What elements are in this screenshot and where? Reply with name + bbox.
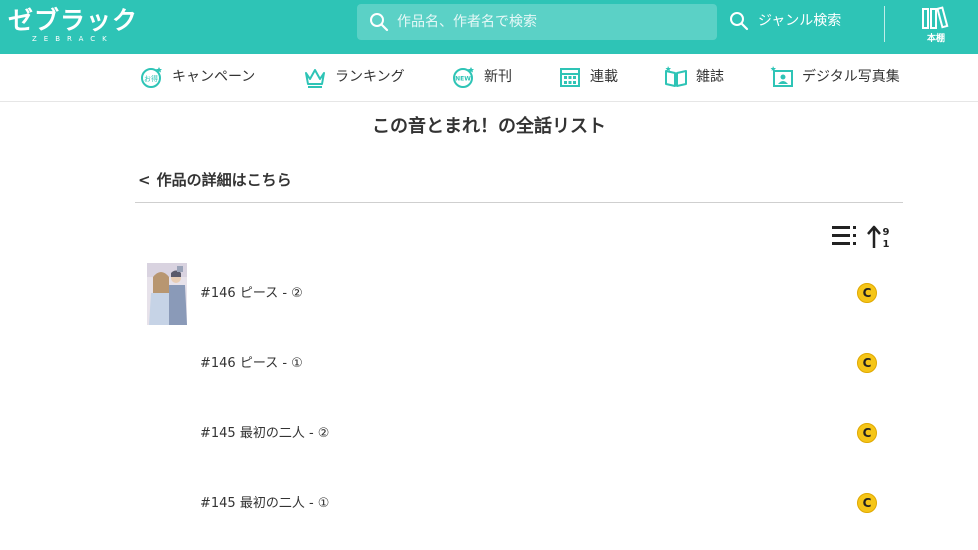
nav-item-label: 新刊 <box>484 69 512 85</box>
list-view-icon[interactable] <box>832 224 858 248</box>
episode-row[interactable]: #145 最初の二人 - ② C <box>145 403 885 465</box>
calendar-icon <box>560 68 580 87</box>
chevron-left-icon: < <box>138 171 151 189</box>
episode-title: #146 ピース - ② <box>200 286 303 301</box>
episode-title: #146 ピース - ① <box>200 356 303 371</box>
photo-book-icon <box>770 66 793 87</box>
episode-row[interactable]: #145 最初の二人 - ① C <box>145 473 885 535</box>
logo-text: ゼブラック <box>8 6 139 35</box>
genre-search-label: ジャンル検索 <box>758 13 842 29</box>
page-title: この音とまれ！の全話リスト <box>372 116 606 137</box>
work-detail-link[interactable]: < 作品の詳細はこちら <box>138 168 292 192</box>
header-divider <box>884 6 885 42</box>
coin-icon: C <box>857 283 877 303</box>
open-book-icon <box>665 66 687 87</box>
sort-order-icon[interactable]: 9 1 <box>866 224 892 250</box>
episode-row[interactable]: #146 ピース - ① C <box>145 333 885 395</box>
coin-icon: C <box>857 423 877 443</box>
search-box <box>357 4 717 40</box>
bookshelf-icon <box>922 6 949 29</box>
episode-title: #145 最初の二人 - ① <box>200 496 330 511</box>
svg-text:9: 9 <box>883 227 890 238</box>
episode-row[interactable]: #146 ピース - ② C <box>145 263 885 325</box>
top-header: ゼブラック ZEBRACK ジャンル検索 本棚 <box>0 0 978 54</box>
svg-text:NEW: NEW <box>455 76 471 83</box>
nav-item-label: キャンペーン <box>172 69 256 85</box>
episode-title: #145 最初の二人 - ② <box>200 426 330 441</box>
svg-text:1: 1 <box>883 239 890 250</box>
search-input[interactable] <box>397 4 707 40</box>
crown-icon <box>305 69 325 88</box>
work-detail-link-label: 作品の詳細はこちら <box>156 171 292 189</box>
section-divider <box>135 202 903 203</box>
coin-icon: C <box>857 353 877 373</box>
site-logo[interactable]: ゼブラック ZEBRACK <box>8 6 148 46</box>
campaign-badge-icon: お得 <box>141 67 162 88</box>
bookshelf-label: 本棚 <box>926 34 945 44</box>
new-badge-icon: NEW <box>453 67 474 88</box>
coin-icon: C <box>857 493 877 513</box>
nav-item-label: デジタル写真集 <box>802 69 900 85</box>
nav-item-label: ランキング <box>335 69 405 85</box>
bookshelf-button[interactable]: 本棚 <box>916 6 956 46</box>
search-icon <box>370 13 389 32</box>
nav-item-label: 連載 <box>590 69 618 85</box>
episode-thumbnail <box>147 263 187 325</box>
genre-search-button[interactable]: ジャンル検索 <box>729 9 859 33</box>
category-nav: お得 キャンペーン ランキング NEW 新刊 連載 雑誌 デジタル写真集 <box>0 54 978 102</box>
logo-subtext: ZEBRACK <box>32 35 114 43</box>
svg-text:お得: お得 <box>144 74 158 83</box>
search-icon <box>730 12 749 31</box>
nav-item-label: 雑誌 <box>696 69 724 85</box>
